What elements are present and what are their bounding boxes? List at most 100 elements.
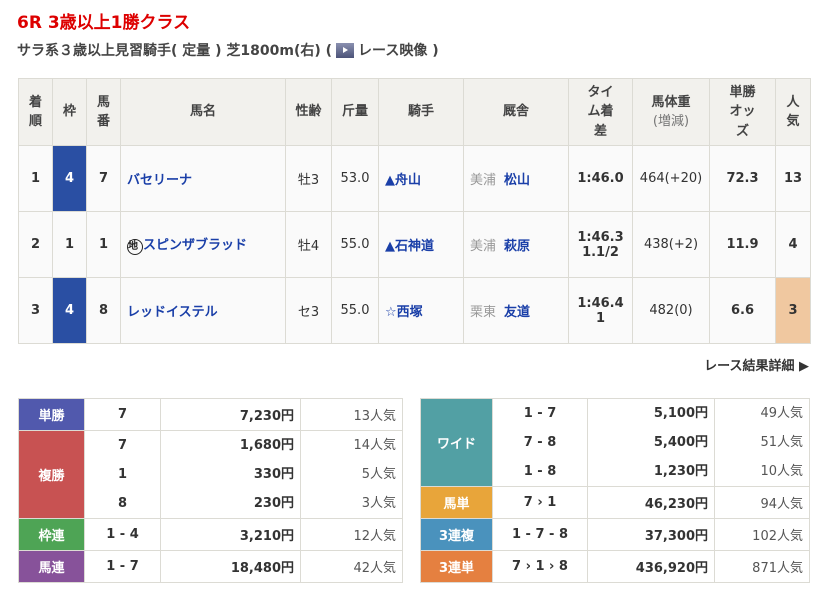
payout-combination: 1 - 4 [84, 518, 161, 551]
payout-value: 1,680円 [239, 438, 294, 453]
body-weight: 464(+20) [632, 145, 710, 212]
col-odds: 単勝オッズ [709, 78, 776, 146]
payout-amount: 436,920円 [587, 550, 715, 583]
race-video-link[interactable]: レース映像 ) [358, 40, 439, 60]
payout-value: 7 - 8 [523, 435, 557, 450]
col-jockey: 騎手 [378, 78, 464, 146]
bet-type-label: 3連複 [420, 518, 493, 551]
horse-name-link[interactable]: レッドイステル [127, 305, 218, 320]
payout-value: 1 [117, 467, 128, 482]
payout-popularity: 102人気 [714, 518, 810, 551]
jockey-cell: ▲舟山 [378, 145, 464, 212]
payout-row: ワイド 1 - 7 7 - 8 1 - 8 5,100円 5,400円 1,230円 49人気… [420, 398, 810, 487]
horse-name-link[interactable]: スピンザブラッド [143, 238, 247, 253]
rank: 3 [18, 277, 53, 344]
payout-row: 複勝 7 1 8 1,680円 330円 230円 14人気 5人気 3人気 [18, 430, 403, 519]
rank: 1 [18, 145, 53, 212]
weight: 55.0 [331, 277, 379, 344]
payout-value: 12人気 [353, 529, 396, 544]
stable-area: 栗東 [470, 305, 497, 320]
sex-age: 牡3 [285, 145, 332, 212]
payout-value: 1 - 7 - 8 [511, 527, 569, 542]
payout-value: 102人気 [752, 529, 803, 544]
payout-value: 1 - 7 [106, 559, 139, 574]
time-cell: 1:46.0 [568, 145, 633, 212]
payout-value: 94人気 [760, 497, 803, 512]
payout-amount: 18,480円 [160, 550, 301, 583]
payout-value: 871人気 [752, 561, 803, 576]
body-weight: 482(0) [632, 277, 710, 344]
horse-number: 8 [86, 277, 121, 344]
waku: 1 [52, 211, 87, 278]
payout-value: 5人気 [361, 467, 396, 482]
payout-value: 1 - 7 [523, 406, 557, 421]
payout-amount: 7,230円 [160, 398, 301, 431]
payout-value: 7 › 1 [523, 495, 557, 510]
trainer-link[interactable]: 友道 [504, 305, 530, 320]
payout-combination: 1 - 7 - 8 [492, 518, 588, 551]
payout-row: 3連単 7 › 1 › 8 436,920円 871人気 [420, 550, 810, 583]
payout-amount: 1,680円 330円 230円 [160, 430, 301, 519]
payout-value: 3,210円 [239, 529, 294, 544]
jockey-link[interactable]: ▲舟山 [385, 173, 421, 188]
payout-row: 馬連 1 - 7 18,480円 42人気 [18, 550, 403, 583]
result-row: 3 4 8 レッドイステル セ3 55.0 ☆西塚 栗東 友道 1:46.4 1 4… [18, 277, 811, 344]
payout-amount: 37,300円 [587, 518, 715, 551]
bet-type-label: 3連単 [420, 550, 493, 583]
payout-row: 枠連 1 - 4 3,210円 12人気 [18, 518, 403, 551]
race-conditions: サラ系３歳以上見習騎手( 定量 ) 芝1800m(右) ( レース映像 ) [17, 40, 439, 60]
margin: 1 [595, 310, 606, 326]
col-num: 馬番 [86, 78, 121, 146]
popularity: 4 [775, 211, 811, 278]
payout-value: 14人気 [353, 438, 396, 453]
col-body: 馬体重 (増減) [632, 78, 710, 146]
jockey-cell: ▲石神道 [378, 211, 464, 278]
local-horse-icon: 地 [127, 239, 143, 255]
waku: 4 [52, 145, 87, 212]
race-title: 6R 3歳以上1勝クラス [17, 13, 191, 33]
payout-value: 230円 [253, 496, 294, 511]
result-row: 1 4 7 バセリーナ 牡3 53.0 ▲舟山 美浦 松山 1:46.0 464(… [18, 145, 811, 212]
bet-type-label: 単勝 [18, 398, 85, 431]
trainer-link[interactable]: 萩原 [504, 239, 530, 254]
payout-combination: 7 1 8 [84, 430, 161, 519]
payout-combination: 7 › 1 › 8 [492, 550, 588, 583]
jockey-link[interactable]: ☆西塚 [385, 305, 423, 320]
payout-value: 13人気 [353, 409, 396, 424]
stable-cell: 美浦 松山 [463, 145, 569, 212]
payout-amount: 5,100円 5,400円 1,230円 [587, 398, 715, 487]
payout-value: 18,480円 [230, 561, 294, 576]
bet-type-label: 複勝 [18, 430, 85, 519]
jockey-link[interactable]: ▲石神道 [385, 239, 434, 254]
bet-type-label: 枠連 [18, 518, 85, 551]
race-result-detail-link[interactable]: レース結果詳細 ▶ [704, 355, 809, 374]
weight: 53.0 [331, 145, 379, 212]
col-sexage: 性齢 [285, 78, 332, 146]
weight: 55.0 [331, 211, 379, 278]
body-weight: 438(+2) [632, 211, 710, 278]
payout-value: 49人気 [760, 406, 803, 421]
payout-value: 7 [117, 407, 128, 422]
payout-popularity: 49人気 51人気 10人気 [714, 398, 810, 487]
payout-popularity: 13人気 [300, 398, 403, 431]
payout-value: 10人気 [760, 464, 803, 479]
col-name: 馬名 [120, 78, 286, 146]
payout-combination: 1 - 7 7 - 8 1 - 8 [492, 398, 588, 487]
payout-popularity: 42人気 [300, 550, 403, 583]
payout-combination: 1 - 7 [84, 550, 161, 583]
payout-table-right: ワイド 1 - 7 7 - 8 1 - 8 5,100円 5,400円 1,230円 49人気… [420, 398, 810, 583]
payout-value: 8 [117, 496, 128, 511]
video-icon[interactable] [336, 42, 355, 58]
horse-name-link[interactable]: バセリーナ [127, 173, 192, 188]
payout-value: 46,230円 [644, 497, 708, 512]
payout-popularity: 12人気 [300, 518, 403, 551]
payout-amount: 3,210円 [160, 518, 301, 551]
payout-value: 436,920円 [635, 561, 708, 576]
payout-value: 5,400円 [653, 435, 708, 450]
payout-value: 330円 [253, 467, 294, 482]
trainer-link[interactable]: 松山 [504, 173, 530, 188]
col-pop: 人気 [775, 78, 811, 146]
sex-age: セ3 [285, 277, 332, 344]
col-time: タイム着差 [568, 78, 633, 146]
horse-name-cell: バセリーナ [120, 145, 286, 212]
